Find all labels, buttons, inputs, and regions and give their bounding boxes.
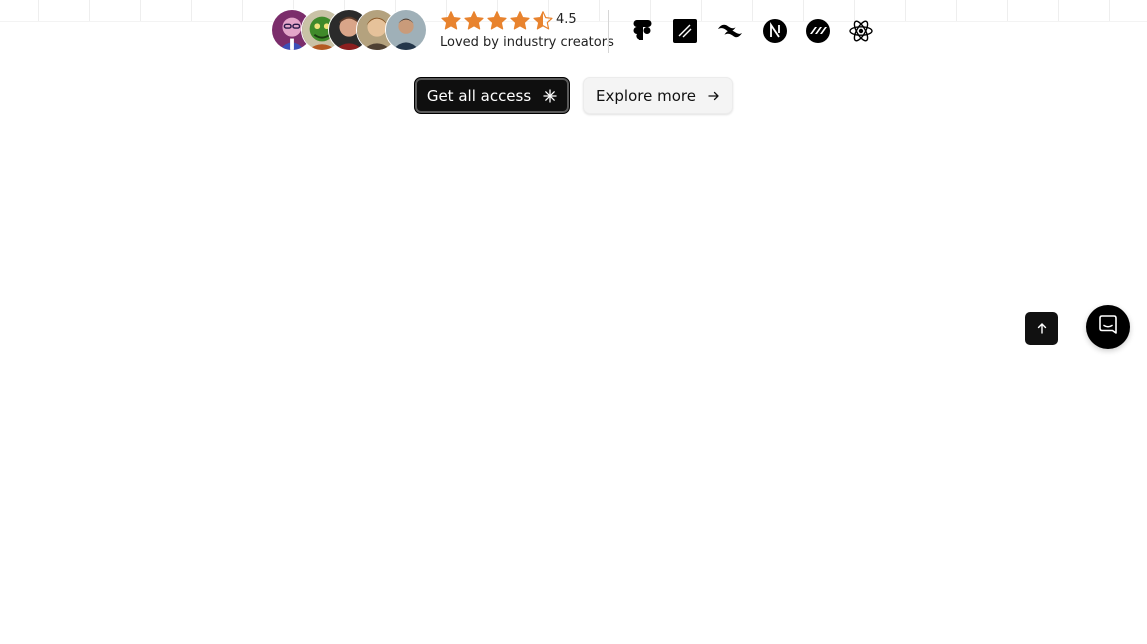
vertical-divider [608, 10, 609, 53]
get-all-access-button[interactable]: Get all access [414, 77, 570, 114]
page: 4.5 Loved by industry creators Get all a… [0, 0, 1147, 644]
arrow-up-icon [1036, 319, 1048, 338]
star-filled-icon [440, 10, 462, 32]
nextjs-icon [762, 18, 788, 44]
get-all-access-label: Get all access [426, 86, 532, 105]
star-filled-icon [509, 10, 531, 32]
rating-caption: Loved by industry creators [440, 35, 614, 50]
tailwind-icon [717, 18, 745, 44]
explore-more-label: Explore more [596, 86, 696, 105]
arrow-right-icon [708, 90, 720, 102]
explore-more-button[interactable]: Explore more [583, 77, 733, 114]
figma-icon [630, 18, 656, 44]
star-rating [440, 10, 554, 32]
rating-block: 4.5 Loved by industry creators [440, 9, 614, 53]
scroll-to-top-button[interactable] [1025, 312, 1058, 345]
star-filled-icon [486, 10, 508, 32]
star-half-icon [532, 10, 554, 32]
avatar [385, 9, 427, 51]
motion-icon [805, 18, 831, 44]
react-icon [848, 18, 874, 44]
star-filled-icon [463, 10, 485, 32]
asterisk-icon [543, 88, 557, 103]
framer-icon [672, 18, 698, 44]
rating-value: 4.5 [556, 12, 577, 27]
chat-launcher-button[interactable] [1086, 305, 1130, 349]
chat-icon [1097, 314, 1119, 340]
